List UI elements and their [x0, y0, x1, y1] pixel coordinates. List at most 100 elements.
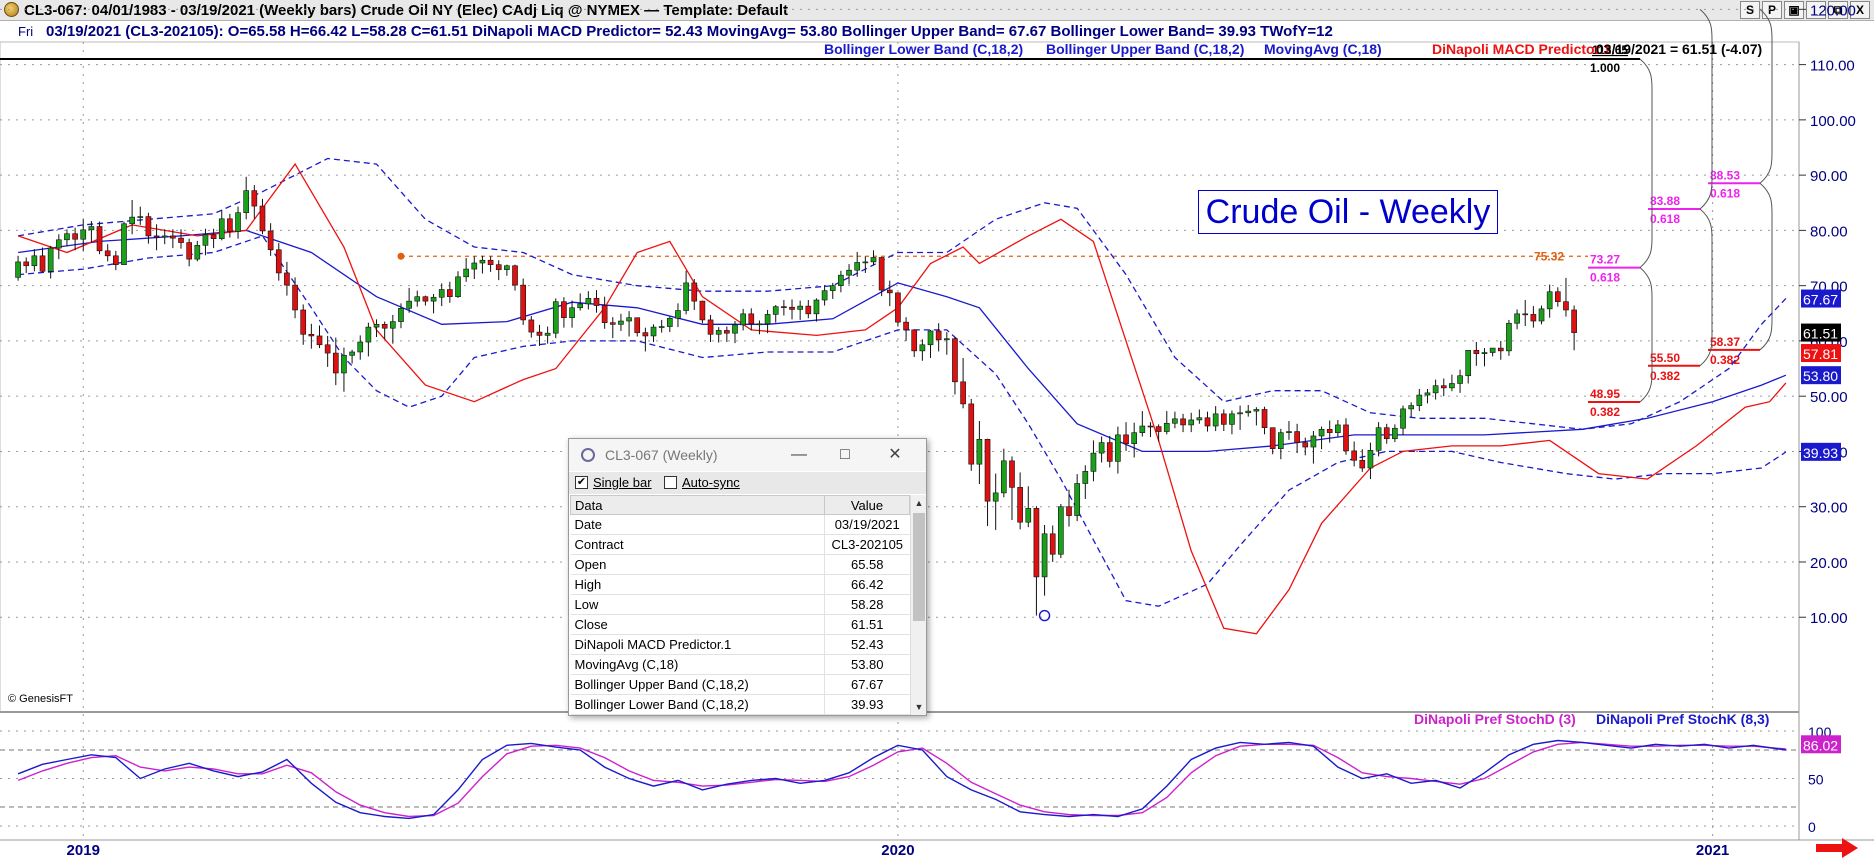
chart-title[interactable]: Crude Oil - Weekly: [1198, 190, 1498, 234]
candle-up: [1416, 394, 1423, 406]
candle-up: [414, 296, 421, 302]
candle-down: [1522, 313, 1529, 316]
candle-down: [1033, 508, 1040, 578]
candle-down: [781, 306, 787, 308]
dashed-level-marker: [397, 252, 405, 260]
candle-up: [544, 332, 551, 336]
candle-up: [992, 492, 999, 502]
osc-tick-label: 0: [1808, 819, 1816, 835]
candle-up: [1163, 422, 1170, 432]
candle-down: [789, 306, 795, 310]
candle-down: [300, 309, 307, 335]
candle-down: [609, 322, 616, 325]
time-label: 2021: [1696, 842, 1729, 859]
auto-sync-label[interactable]: Auto-sync: [682, 475, 740, 490]
minimize-icon[interactable]: —: [785, 444, 813, 466]
data-table-row[interactable]: High 66.42: [570, 574, 910, 595]
stoch-d-line: [17, 741, 1786, 818]
candle-up: [1506, 322, 1512, 352]
close-icon[interactable]: ✕: [881, 444, 909, 466]
single-bar-label[interactable]: Single bar: [593, 475, 652, 490]
candle-down: [308, 333, 315, 337]
candle-down: [227, 218, 233, 232]
single-bar-checkbox[interactable]: ✔: [575, 476, 588, 489]
data-table-row[interactable]: Date 03/19/2021: [570, 514, 910, 535]
candle-down: [1302, 442, 1309, 448]
candle-up: [1212, 413, 1219, 427]
candle-down: [960, 381, 966, 405]
candle-down: [1180, 418, 1186, 426]
scroll-up-icon[interactable]: ▲: [911, 495, 927, 511]
candle-up: [1489, 347, 1496, 353]
candle-down: [1204, 417, 1211, 427]
candle-down: [1571, 309, 1577, 333]
candle-down: [96, 226, 103, 252]
candle-down: [895, 292, 901, 323]
fib-target-ratio: 0.618: [1590, 271, 1620, 285]
candle-down: [520, 284, 526, 321]
candle-down: [251, 190, 258, 207]
data-window[interactable]: CL3-067 (Weekly) — □ ✕ ✔ Single bar Auto…: [568, 438, 927, 716]
data-table-row[interactable]: Bollinger Lower Band (C,18,2) 39.93: [570, 694, 910, 715]
candle-down: [381, 324, 388, 329]
data-row-value: 53.80: [824, 654, 910, 675]
header-data[interactable]: Data: [570, 495, 825, 515]
data-table-row[interactable]: DiNapoli MACD Predictor.1 52.43: [570, 634, 910, 655]
data-row-value: 67.67: [824, 674, 910, 695]
data-window-titlebar[interactable]: CL3-067 (Weekly) — □ ✕: [569, 439, 926, 471]
candle-up: [1546, 291, 1553, 310]
scroll-right-arrow-icon[interactable]: [1816, 838, 1858, 858]
candle-down: [1497, 347, 1504, 352]
scroll-down-icon[interactable]: ▼: [911, 699, 927, 715]
candle-up: [1310, 435, 1317, 448]
candle-up: [1408, 405, 1414, 410]
data-table-row[interactable]: MovingAvg (C,18) 53.80: [570, 654, 910, 675]
price-tick-label: 50.00: [1810, 389, 1848, 406]
candle-up: [341, 354, 347, 374]
candle-up: [821, 290, 828, 301]
data-table-row[interactable]: Low 58.28: [570, 594, 910, 615]
candle-down: [1359, 459, 1366, 469]
candle-down: [1383, 427, 1390, 440]
candle-up: [15, 261, 21, 278]
candle-up: [1432, 385, 1439, 394]
price-tag-label: 53.80: [1803, 368, 1838, 384]
data-window-title: CL3-067 (Weekly): [605, 447, 718, 463]
scroll-thumb[interactable]: [913, 513, 925, 621]
price-tick-label: 80.00: [1810, 223, 1848, 240]
price-chart[interactable]: 120.00110.00100.0090.0080.0070.0060.0050…: [0, 0, 1874, 861]
maximize-icon[interactable]: □: [831, 444, 859, 466]
candle-up: [732, 324, 738, 334]
data-table-row[interactable]: Bollinger Upper Band (C,18,2) 67.67: [570, 674, 910, 695]
candle-up: [1098, 442, 1105, 454]
candle-up: [829, 285, 836, 291]
data-window-scrollbar[interactable]: ▲ ▼: [910, 495, 926, 715]
fib-target-value: 55.50: [1650, 351, 1680, 365]
fib-target-value: 48.95: [1590, 387, 1620, 401]
data-row-value: 39.93: [824, 694, 910, 715]
candle-up: [161, 235, 168, 238]
auto-sync-checkbox[interactable]: [664, 476, 677, 489]
candle-down: [911, 329, 918, 352]
candle-down: [324, 344, 331, 354]
candle-down: [1106, 442, 1113, 462]
candle-down: [805, 305, 812, 315]
candle-down: [1049, 533, 1056, 555]
candle-up: [129, 216, 135, 225]
data-row-value: 65.58: [824, 554, 910, 575]
data-table-row[interactable]: Close 61.51: [570, 614, 910, 635]
candle-up: [1286, 431, 1292, 433]
candle-up: [870, 257, 877, 263]
candle-down: [748, 313, 755, 325]
candle-up: [479, 259, 486, 264]
fib-bracket: [1639, 58, 1653, 268]
candle-down: [1554, 291, 1561, 302]
data-table-row[interactable]: Open 65.58: [570, 554, 910, 575]
legend-stoch-k: DiNapoli Pref StochK (8,3): [1596, 711, 1770, 727]
candle-down: [1326, 429, 1333, 433]
candle-down: [178, 237, 184, 243]
time-label: 2020: [881, 842, 914, 859]
candle-up: [471, 262, 478, 270]
data-table-row[interactable]: Contract CL3-202105: [570, 534, 910, 555]
header-value[interactable]: Value: [824, 495, 910, 515]
